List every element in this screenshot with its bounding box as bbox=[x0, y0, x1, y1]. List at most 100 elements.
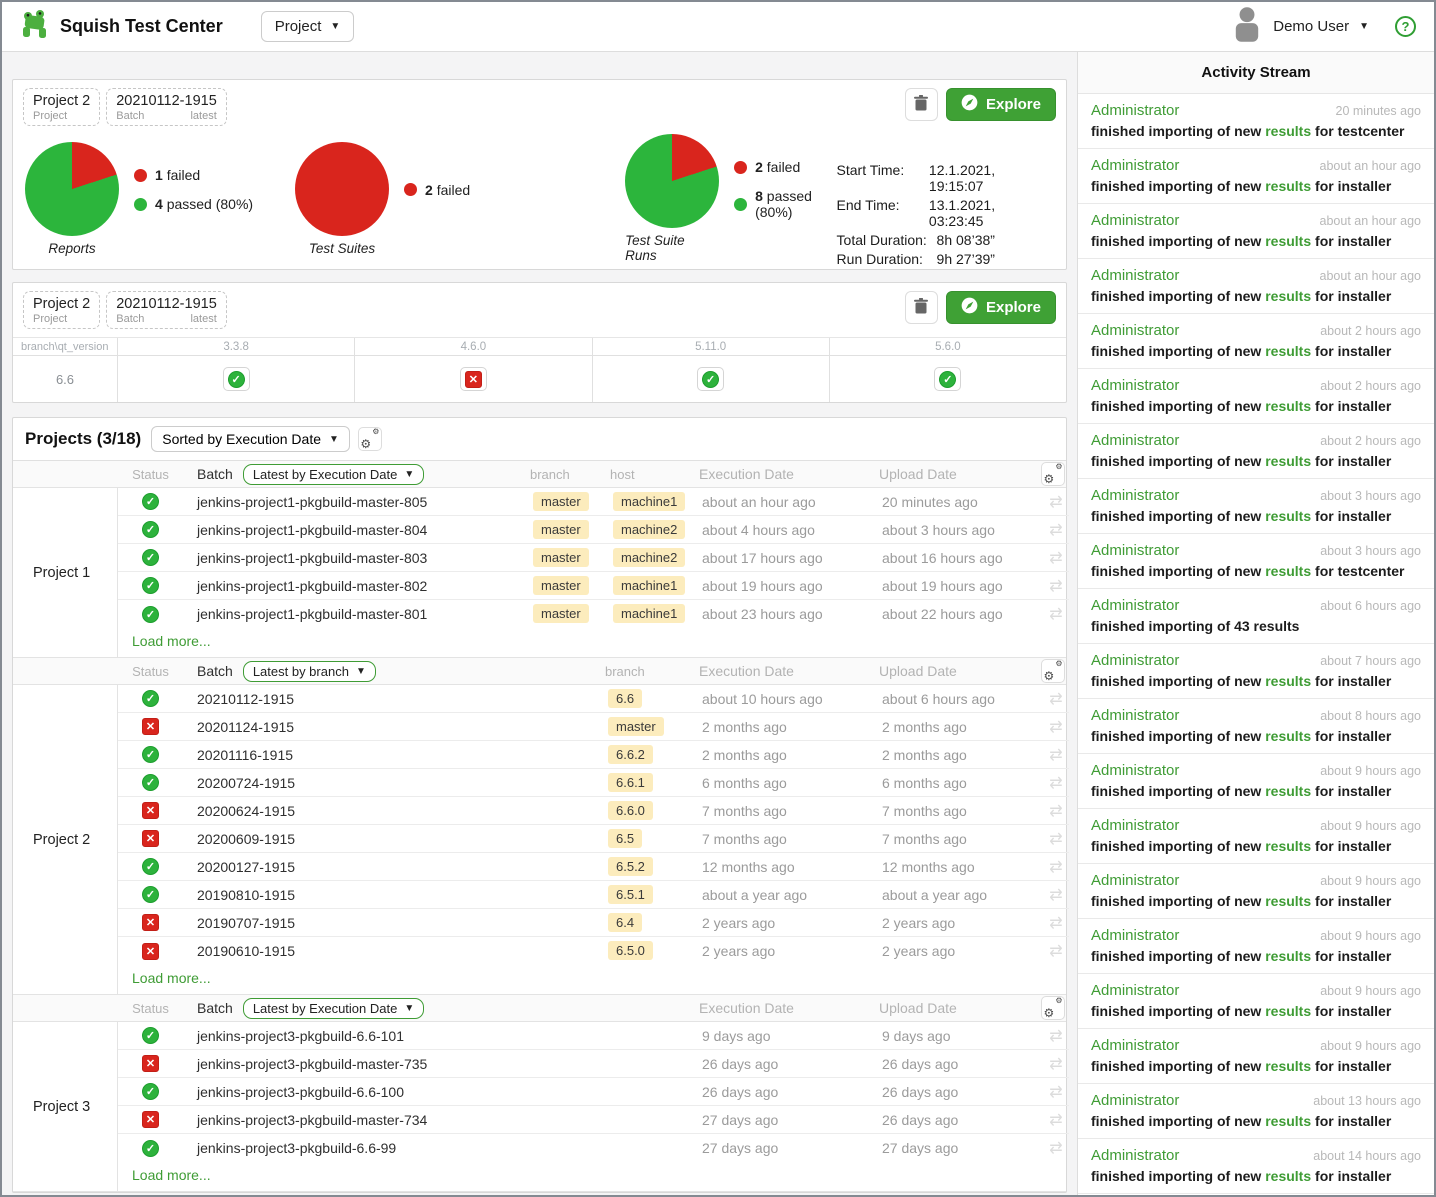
batch-row[interactable]: 20210112-1915 6.6 about 10 hours ago abo… bbox=[118, 685, 1069, 713]
batch-row[interactable]: jenkins-project3-pkgbuild-master-735 26 … bbox=[118, 1050, 1069, 1078]
activity-user-link[interactable]: Administrator bbox=[1091, 542, 1179, 559]
batch-row[interactable]: 20200609-1915 6.5 7 months ago 7 months … bbox=[118, 825, 1069, 853]
batch-row[interactable]: jenkins-project1-pkgbuild-master-803 mas… bbox=[118, 544, 1069, 572]
compare-arrows-icon[interactable]: ⇄ bbox=[1049, 520, 1062, 540]
batch-row[interactable]: 20200127-1915 6.5.2 12 months ago 12 mon… bbox=[118, 853, 1069, 881]
batch-row[interactable]: 20190610-1915 6.5.0 2 years ago 2 years … bbox=[118, 937, 1069, 965]
batch-row[interactable]: jenkins-project1-pkgbuild-master-805 mas… bbox=[118, 488, 1069, 516]
matrix-result-button[interactable] bbox=[697, 367, 724, 391]
batch-row[interactable]: jenkins-project3-pkgbuild-6.6-99 27 days… bbox=[118, 1134, 1069, 1162]
compare-arrows-icon[interactable]: ⇄ bbox=[1049, 913, 1062, 933]
activity-user-link[interactable]: Administrator bbox=[1091, 982, 1179, 999]
activity-results-link[interactable]: results bbox=[1265, 453, 1311, 469]
batch-row[interactable]: jenkins-project3-pkgbuild-master-734 27 … bbox=[118, 1106, 1069, 1134]
matrix-result-button[interactable] bbox=[460, 367, 487, 391]
column-settings-button[interactable]: ⚙⚙ bbox=[1041, 462, 1065, 486]
activity-results-link[interactable]: results bbox=[1265, 233, 1311, 249]
delete-button[interactable] bbox=[905, 291, 938, 324]
matrix-result-button[interactable] bbox=[934, 367, 961, 391]
explore-button[interactable]: Explore bbox=[946, 291, 1056, 324]
latest-filter-dropdown[interactable]: Latest by Execution Date▼ bbox=[243, 998, 424, 1019]
activity-user-link[interactable]: Administrator bbox=[1091, 872, 1179, 889]
activity-results-link[interactable]: results bbox=[1265, 398, 1311, 414]
activity-user-link[interactable]: Administrator bbox=[1091, 1092, 1179, 1109]
batch-row[interactable]: jenkins-project1-pkgbuild-master-801 mas… bbox=[118, 600, 1069, 628]
activity-user-link[interactable]: Administrator bbox=[1091, 157, 1179, 174]
compare-arrows-icon[interactable]: ⇄ bbox=[1049, 857, 1062, 877]
activity-results-link[interactable]: results bbox=[1265, 1058, 1311, 1074]
activity-user-link[interactable]: Administrator bbox=[1091, 707, 1179, 724]
compare-arrows-icon[interactable]: ⇄ bbox=[1049, 1138, 1062, 1158]
column-settings-button[interactable]: ⚙⚙ bbox=[1041, 996, 1065, 1020]
batch-row[interactable]: 20201124-1915 master 2 months ago 2 mont… bbox=[118, 713, 1069, 741]
batch-row[interactable]: jenkins-project3-pkgbuild-6.6-100 26 day… bbox=[118, 1078, 1069, 1106]
activity-user-link[interactable]: Administrator bbox=[1091, 212, 1179, 229]
delete-button[interactable] bbox=[905, 88, 938, 121]
activity-user-link[interactable]: Administrator bbox=[1091, 102, 1179, 119]
batch-row[interactable]: 20190707-1915 6.4 2 years ago 2 years ag… bbox=[118, 909, 1069, 937]
batch-chip[interactable]: 20210112-1915 Batchlatest bbox=[106, 291, 227, 329]
activity-results-link[interactable]: results bbox=[1265, 673, 1311, 689]
batch-chip[interactable]: 20210112-1915 Batchlatest bbox=[106, 88, 227, 126]
load-more-link[interactable]: Load more... bbox=[132, 633, 211, 649]
compare-arrows-icon[interactable]: ⇄ bbox=[1049, 801, 1062, 821]
explore-button[interactable]: Explore bbox=[946, 88, 1056, 121]
compare-arrows-icon[interactable]: ⇄ bbox=[1049, 941, 1062, 961]
compare-arrows-icon[interactable]: ⇄ bbox=[1049, 773, 1062, 793]
compare-arrows-icon[interactable]: ⇄ bbox=[1049, 1054, 1062, 1074]
help-icon[interactable]: ? bbox=[1395, 16, 1416, 37]
compare-arrows-icon[interactable]: ⇄ bbox=[1049, 1110, 1062, 1130]
compare-arrows-icon[interactable]: ⇄ bbox=[1049, 548, 1062, 568]
activity-results-link[interactable]: results bbox=[1265, 123, 1311, 139]
project-dropdown[interactable]: Project ▼ bbox=[261, 11, 355, 42]
matrix-result-button[interactable] bbox=[223, 367, 250, 391]
reports-pie-chart[interactable] bbox=[25, 142, 119, 236]
activity-results-link[interactable]: results bbox=[1265, 728, 1311, 744]
load-more-link[interactable]: Load more... bbox=[132, 1167, 211, 1183]
activity-results-link[interactable]: results bbox=[1265, 508, 1311, 524]
load-more-link[interactable]: Load more... bbox=[132, 970, 211, 986]
activity-user-link[interactable]: Administrator bbox=[1091, 432, 1179, 449]
user-dropdown[interactable]: Demo User ▼ bbox=[1273, 18, 1369, 35]
activity-user-link[interactable]: Administrator bbox=[1091, 927, 1179, 944]
activity-results-link[interactable]: results bbox=[1265, 563, 1311, 579]
batch-row[interactable]: 20200724-1915 6.6.1 6 months ago 6 month… bbox=[118, 769, 1069, 797]
compare-arrows-icon[interactable]: ⇄ bbox=[1049, 829, 1062, 849]
project-chip[interactable]: Project 2 Project bbox=[23, 88, 100, 126]
activity-user-link[interactable]: Administrator bbox=[1091, 1147, 1179, 1164]
compare-arrows-icon[interactable]: ⇄ bbox=[1049, 492, 1062, 512]
batch-row[interactable]: 20190810-1915 6.5.1 about a year ago abo… bbox=[118, 881, 1069, 909]
batch-row[interactable]: jenkins-project1-pkgbuild-master-802 mas… bbox=[118, 572, 1069, 600]
compare-arrows-icon[interactable]: ⇄ bbox=[1049, 576, 1062, 596]
latest-filter-dropdown[interactable]: Latest by Execution Date▼ bbox=[243, 464, 424, 485]
activity-results-link[interactable]: results bbox=[1265, 1003, 1311, 1019]
activity-user-link[interactable]: Administrator bbox=[1091, 597, 1179, 614]
activity-results-link[interactable]: results bbox=[1265, 783, 1311, 799]
batch-row[interactable]: 20200624-1915 6.6.0 7 months ago 7 month… bbox=[118, 797, 1069, 825]
activity-results-link[interactable]: results bbox=[1265, 178, 1311, 194]
test-suites-pie-chart[interactable] bbox=[295, 142, 389, 236]
projects-settings-button[interactable]: ⚙⚙ bbox=[358, 427, 382, 451]
compare-arrows-icon[interactable]: ⇄ bbox=[1049, 1026, 1062, 1046]
activity-results-link[interactable]: results bbox=[1265, 1168, 1311, 1184]
activity-results-link[interactable]: results bbox=[1265, 288, 1311, 304]
latest-filter-dropdown[interactable]: Latest by branch▼ bbox=[243, 661, 376, 682]
batch-row[interactable]: jenkins-project3-pkgbuild-6.6-101 9 days… bbox=[118, 1022, 1069, 1050]
compare-arrows-icon[interactable]: ⇄ bbox=[1049, 689, 1062, 709]
test-suite-runs-pie-chart[interactable] bbox=[625, 134, 719, 228]
activity-user-link[interactable]: Administrator bbox=[1091, 817, 1179, 834]
activity-user-link[interactable]: Administrator bbox=[1091, 1037, 1179, 1054]
batch-row[interactable]: 20201116-1915 6.6.2 2 months ago 2 month… bbox=[118, 741, 1069, 769]
activity-results-link[interactable]: results bbox=[1265, 838, 1311, 854]
activity-results-link[interactable]: results bbox=[1265, 1113, 1311, 1129]
activity-user-link[interactable]: Administrator bbox=[1091, 652, 1179, 669]
activity-user-link[interactable]: Administrator bbox=[1091, 267, 1179, 284]
activity-user-link[interactable]: Administrator bbox=[1091, 487, 1179, 504]
compare-arrows-icon[interactable]: ⇄ bbox=[1049, 745, 1062, 765]
compare-arrows-icon[interactable]: ⇄ bbox=[1049, 885, 1062, 905]
compare-arrows-icon[interactable]: ⇄ bbox=[1049, 717, 1062, 737]
sort-dropdown[interactable]: Sorted by Execution Date ▼ bbox=[151, 426, 350, 452]
activity-results-link[interactable]: results bbox=[1265, 343, 1311, 359]
activity-user-link[interactable]: Administrator bbox=[1091, 762, 1179, 779]
activity-results-link[interactable]: results bbox=[1265, 893, 1311, 909]
